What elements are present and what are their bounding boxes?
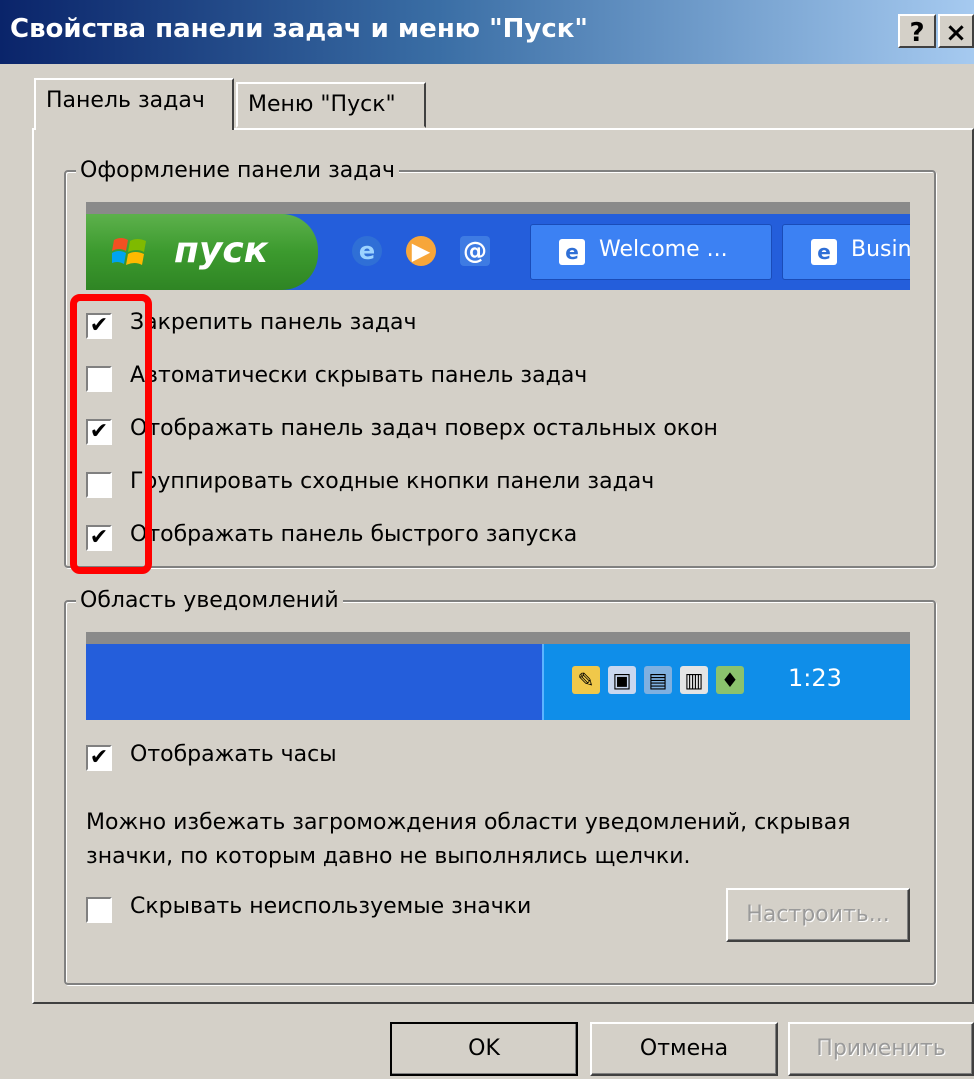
window-title: Свойства панели задач и меню "Пуск" [10, 14, 588, 44]
notification-area-legend: Область уведомлений [76, 588, 343, 613]
media-player-icon: ▶ [406, 236, 436, 266]
option-label: Скрывать неиспользуемые значки [130, 894, 532, 919]
ie-page-icon: e [559, 239, 585, 265]
ie-page-icon: e [811, 239, 837, 265]
option-label: Закрепить панель задач [130, 310, 417, 335]
notification-description: Можно избежать загромождения области уве… [86, 810, 851, 869]
always-on-top-checkbox[interactable]: ✔ [86, 419, 112, 445]
task-button-welcome: e Welcome ... [530, 224, 772, 280]
hide-inactive-checkbox[interactable] [86, 897, 112, 923]
notification-preview: ✎ ▣ ▤ ▥ ♦ 1:23 [86, 632, 910, 720]
book-tray-icon: ▥ [680, 666, 708, 694]
option-label: Группировать сходные кнопки панели задач [130, 469, 655, 494]
ok-button[interactable]: OK [390, 1022, 578, 1076]
outlook-express-icon: @ [460, 236, 490, 266]
cancel-button[interactable]: Отмена [590, 1022, 778, 1076]
windows-logo-icon [112, 238, 146, 265]
show-clock-checkbox[interactable]: ✔ [86, 745, 112, 771]
lock-taskbar-checkbox[interactable]: ✔ [86, 313, 112, 339]
keyboard-tray-icon: ▤ [644, 666, 672, 694]
start-label: пуск [174, 230, 269, 271]
option-label: Отображать панель задач поверх остальных… [130, 416, 718, 441]
taskbar-preview: пуск e ▶ @ e Welcome ... e Busin [86, 202, 910, 290]
taskbar-appearance-legend: Оформление панели задач [76, 158, 399, 183]
task-label: Welcome ... [599, 237, 728, 262]
close-button[interactable]: × [938, 14, 974, 48]
option-label: Отображать часы [130, 742, 337, 767]
autohide-checkbox[interactable] [86, 366, 112, 392]
group-buttons-checkbox[interactable] [86, 472, 112, 498]
start-button-preview: пуск [86, 214, 318, 290]
title-bar[interactable]: Свойства панели задач и меню "Пуск" ? × [0, 0, 974, 64]
option-label: Автоматически скрывать панель задач [130, 363, 588, 388]
task-label: Busin [851, 237, 910, 262]
system-tray-preview: ✎ ▣ ▤ ▥ ♦ 1:23 [542, 644, 910, 720]
tab-taskbar[interactable]: Панель задач [34, 78, 234, 130]
internet-explorer-icon: e [352, 236, 382, 266]
option-label: Отображать панель быстрого запуска [130, 522, 578, 547]
tray-clock: 1:23 [788, 664, 842, 692]
network-tray-icon: ▣ [608, 666, 636, 694]
customize-button[interactable]: Настроить... [726, 888, 910, 942]
apply-button[interactable]: Применить [788, 1022, 974, 1076]
help-button[interactable]: ? [898, 14, 936, 48]
task-button-business: e Busin [782, 224, 910, 280]
quick-launch-checkbox[interactable]: ✔ [86, 525, 112, 551]
hardware-tray-icon: ♦ [716, 666, 744, 694]
tab-start-menu[interactable]: Меню "Пуск" [236, 82, 426, 128]
paint-tray-icon: ✎ [572, 666, 600, 694]
